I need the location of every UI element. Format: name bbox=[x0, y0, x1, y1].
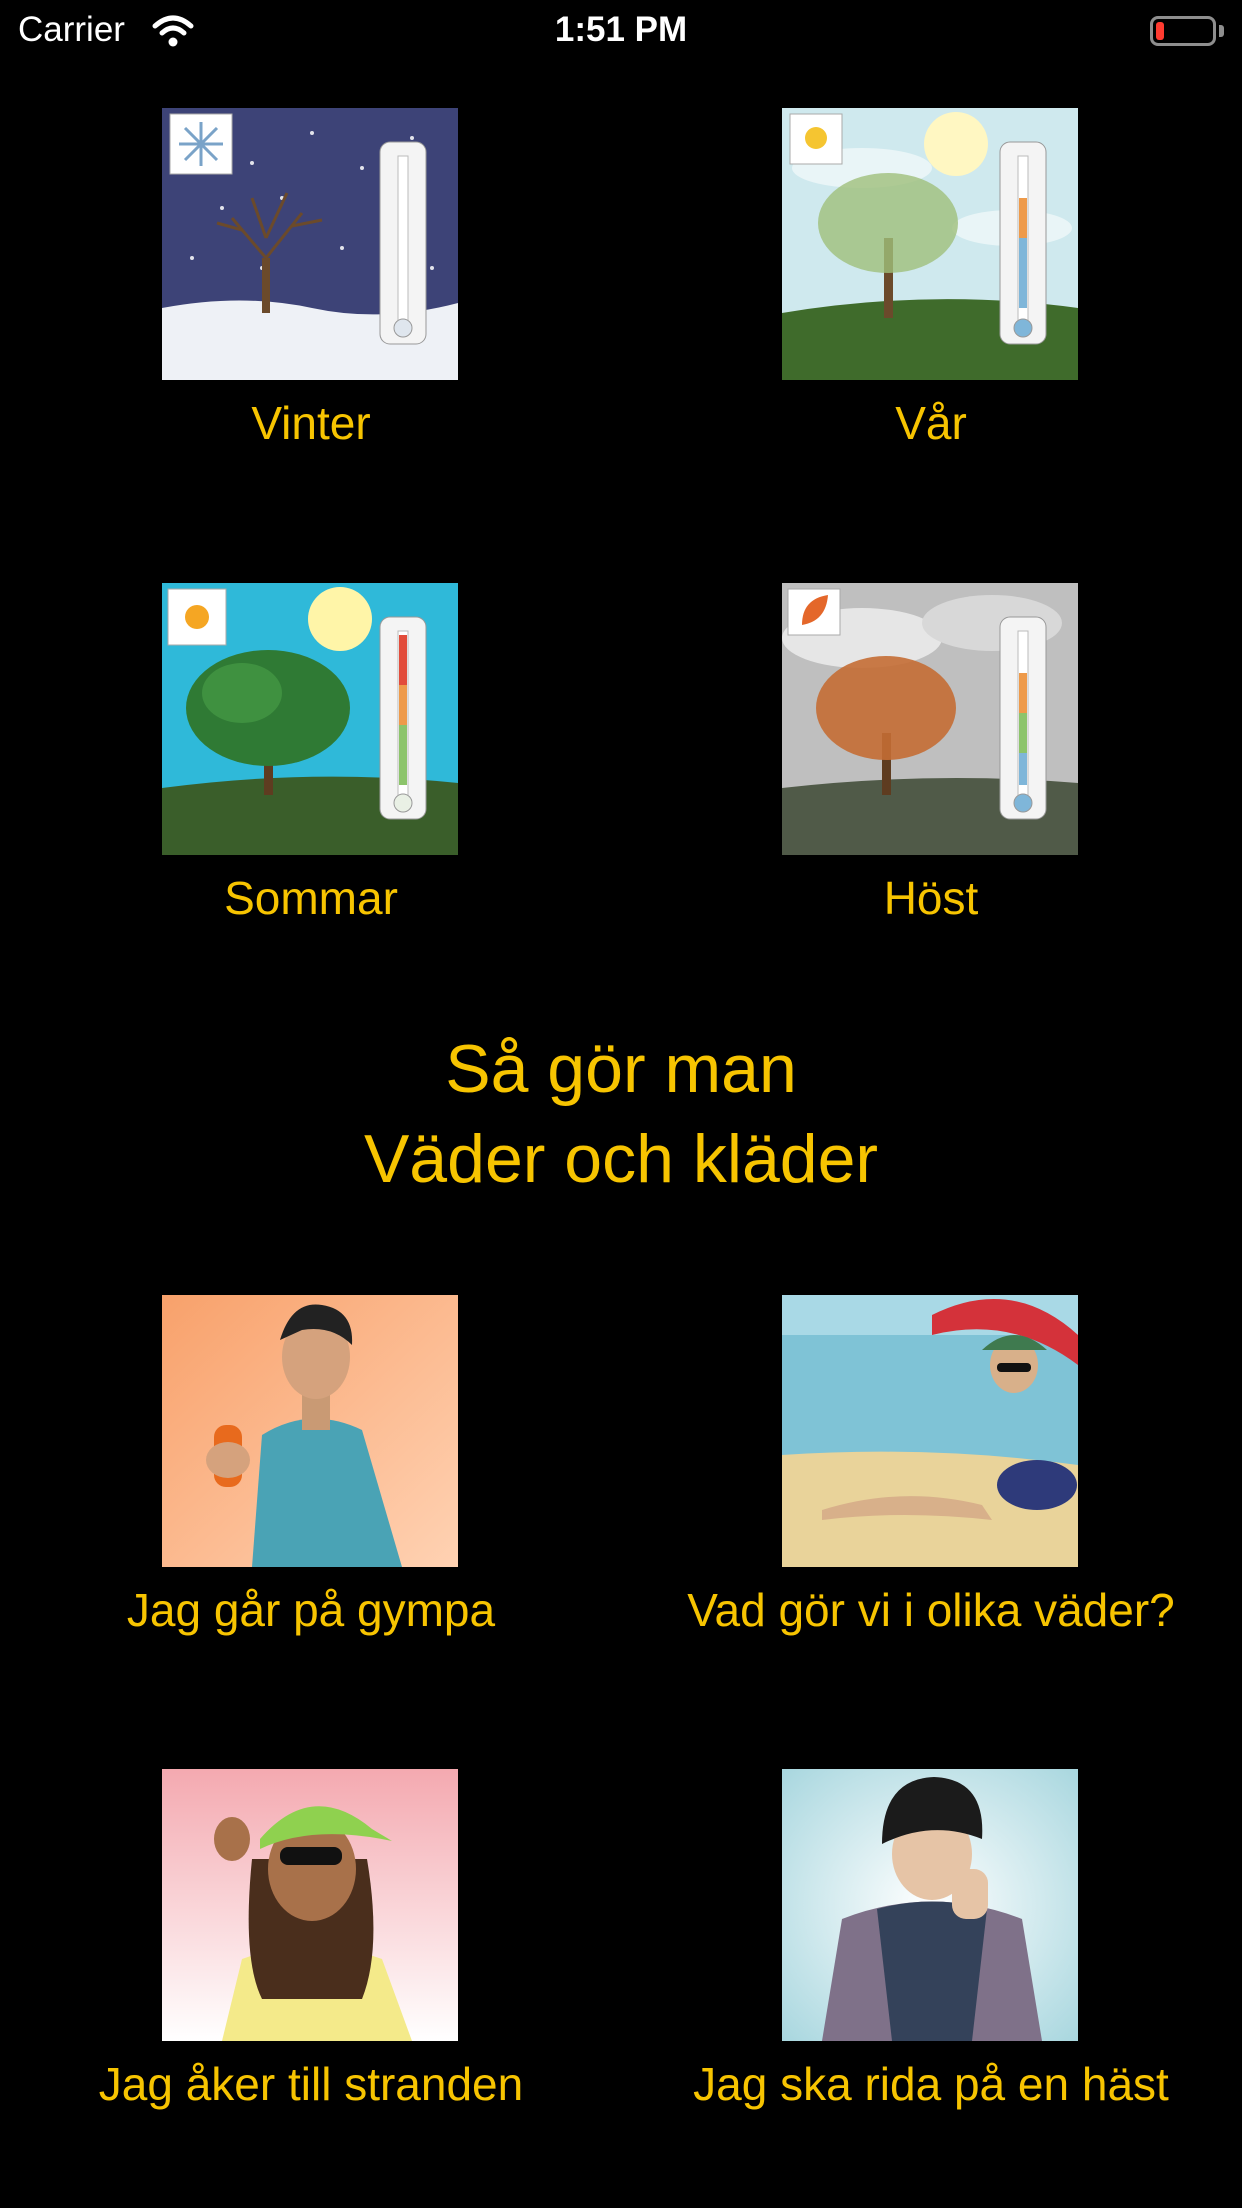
season-label-spring: Vår bbox=[895, 397, 967, 449]
season-label-winter: Vinter bbox=[251, 397, 371, 449]
battery-tip bbox=[1219, 25, 1224, 37]
story-tile-gym[interactable]: Jag går på gympa bbox=[1, 1295, 621, 1655]
story-label-weather: Vad gör vi i olika väder? bbox=[687, 1584, 1175, 1636]
spring-tree-image bbox=[782, 108, 1078, 380]
season-tile-winter[interactable]: Vinter bbox=[1, 108, 621, 468]
season-tile-summer[interactable]: Sommar bbox=[1, 583, 621, 943]
summer-tree-image bbox=[162, 583, 458, 855]
status-bar: Carrier 1:51 PM bbox=[0, 0, 1242, 60]
story-label-horse: Jag ska rida på en häst bbox=[693, 2058, 1169, 2110]
story-label-gym: Jag går på gympa bbox=[126, 1584, 496, 1636]
battery-level-fill bbox=[1156, 22, 1164, 40]
season-label-summer: Sommar bbox=[224, 872, 398, 924]
season-label-autumn: Höst bbox=[883, 872, 979, 924]
helmet-person-image bbox=[782, 1769, 1078, 2041]
status-time: 1:51 PM bbox=[554, 10, 688, 49]
cap-person-image bbox=[162, 1769, 458, 2041]
story-label-beach: Jag åker till stranden bbox=[98, 2058, 524, 2110]
winter-tree-image bbox=[162, 108, 458, 380]
section-title-line1: Så gör man bbox=[445, 1031, 797, 1107]
story-tile-weather[interactable]: Vad gör vi i olika väder? bbox=[621, 1295, 1241, 1655]
season-tile-autumn[interactable]: Höst bbox=[621, 583, 1241, 943]
story-tile-horse[interactable]: Jag ska rida på en häst bbox=[621, 1769, 1241, 2129]
autumn-tree-image bbox=[782, 583, 1078, 855]
season-tile-spring[interactable]: Vår bbox=[621, 108, 1241, 468]
story-tile-beach[interactable]: Jag åker till stranden bbox=[1, 1769, 621, 2129]
section-title: Så gör man Väder och kläder bbox=[0, 1024, 1242, 1204]
gym-person-image bbox=[162, 1295, 458, 1567]
section-title-line2: Väder och kläder bbox=[363, 1121, 879, 1197]
battery-icon bbox=[1150, 16, 1216, 46]
beach-person-image bbox=[782, 1295, 1078, 1567]
